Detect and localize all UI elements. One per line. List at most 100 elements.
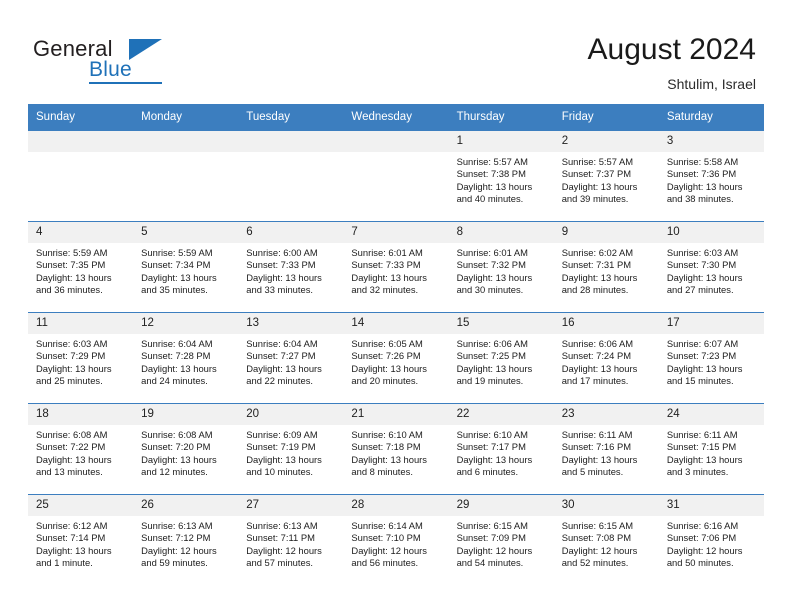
sunrise-text: Sunrise: 6:04 AM <box>246 338 318 349</box>
day-number: 26 <box>133 495 239 516</box>
calendar-day-cell[interactable]: 25 Sunrise: 6:12 AM Sunset: 7:14 PM Dayligh… <box>28 494 134 585</box>
calendar-cell-inner: 13 Sunrise: 6:04 AM Sunset: 7:27 PM Dayligh… <box>238 313 344 403</box>
day-details: Sunrise: 6:15 AM Sunset: 7:08 PM Daylight:… <box>554 516 659 570</box>
calendar-day-cell[interactable]: 2 Sunrise: 5:57 AM Sunset: 7:37 PM Daylight… <box>553 130 659 222</box>
day-number <box>343 131 449 152</box>
sunset-text: Sunset: 7:23 PM <box>666 350 737 362</box>
calendar-day-cell[interactable]: 9 Sunrise: 6:02 AM Sunset: 7:31 PM Daylight… <box>553 221 659 313</box>
daylight-text-line2: and 33 minutes. <box>246 284 313 296</box>
sunset-text: Sunset: 7:25 PM <box>456 350 526 362</box>
calendar-day-cell[interactable]: 26 Sunrise: 6:13 AM Sunset: 7:12 PM Dayligh… <box>133 494 239 585</box>
calendar-day-cell[interactable]: 28 Sunrise: 6:14 AM Sunset: 7:10 PM Dayligh… <box>343 494 449 585</box>
calendar-day-cell[interactable]: 13 Sunrise: 6:04 AM Sunset: 7:27 PM Dayligh… <box>238 312 344 404</box>
day-number: 4 <box>28 222 134 243</box>
day-details: Sunrise: 6:07 AM Sunset: 7:23 PM Daylight:… <box>659 334 764 388</box>
calendar-day-cell[interactable]: 11 Sunrise: 6:03 AM Sunset: 7:29 PM Dayligh… <box>28 312 134 404</box>
calendar-cell-inner: 21 Sunrise: 6:10 AM Sunset: 7:18 PM Dayligh… <box>343 404 449 494</box>
calendar-cell-inner: 20 Sunrise: 6:09 AM Sunset: 7:19 PM Dayligh… <box>238 404 344 494</box>
calendar-day-cell[interactable]: 18 Sunrise: 6:08 AM Sunset: 7:22 PM Dayligh… <box>28 403 134 495</box>
calendar-cell-inner: 5 Sunrise: 5:59 AM Sunset: 7:34 PM Daylight… <box>133 222 239 312</box>
daylight-text-line1: Daylight: 13 hours <box>36 362 112 374</box>
calendar-day-cell[interactable]: 7 Sunrise: 6:01 AM Sunset: 7:33 PM Daylight… <box>343 221 449 313</box>
sunset-text: Sunset: 7:35 PM <box>36 259 106 271</box>
weekday-header-sunday: Sunday <box>28 104 134 131</box>
calendar-day-cell[interactable]: 29 Sunrise: 6:15 AM Sunset: 7:09 PM Dayligh… <box>448 494 554 585</box>
sunset-text: Sunset: 7:27 PM <box>246 350 316 362</box>
sunset-text: Sunset: 7:10 PM <box>351 532 421 544</box>
calendar-day-cell[interactable]: 21 Sunrise: 6:10 AM Sunset: 7:18 PM Dayligh… <box>343 403 449 495</box>
day-details: Sunrise: 6:06 AM Sunset: 7:24 PM Daylight:… <box>554 334 659 388</box>
daylight-text-line1: Daylight: 13 hours <box>666 180 743 192</box>
calendar-day-cell[interactable]: 30 Sunrise: 6:15 AM Sunset: 7:08 PM Dayligh… <box>553 494 659 585</box>
daylight-text-line1: Daylight: 13 hours <box>456 362 533 374</box>
daylight-text-line2: and 17 minutes. <box>561 375 629 387</box>
general-blue-logo[interactable]: General Blue <box>33 36 213 88</box>
calendar-day-cell[interactable]: 12 Sunrise: 6:04 AM Sunset: 7:28 PM Dayligh… <box>133 312 239 404</box>
calendar-day-cell[interactable]: 3 Sunrise: 5:58 AM Sunset: 7:36 PM Daylight… <box>658 130 764 222</box>
calendar-cell-inner: 23 Sunrise: 6:11 AM Sunset: 7:16 PM Dayligh… <box>553 404 659 494</box>
calendar-cell-inner <box>133 131 239 221</box>
sunrise-text: Sunrise: 6:08 AM <box>141 429 213 440</box>
daylight-text-line1: Daylight: 12 hours <box>141 544 217 556</box>
day-details: Sunrise: 6:14 AM Sunset: 7:10 PM Daylight:… <box>343 516 448 570</box>
day-number: 29 <box>448 495 554 516</box>
sunrise-text: Sunrise: 6:03 AM <box>666 247 739 258</box>
calendar-day-cell[interactable]: 10 Sunrise: 6:03 AM Sunset: 7:30 PM Dayligh… <box>658 221 764 313</box>
calendar-day-cell[interactable]: 31 Sunrise: 6:16 AM Sunset: 7:06 PM Dayligh… <box>658 494 764 585</box>
calendar-cell-inner: 19 Sunrise: 6:08 AM Sunset: 7:20 PM Dayligh… <box>133 404 239 494</box>
weekday-header-wednesday: Wednesday <box>343 104 449 131</box>
calendar-day-cell[interactable]: 6 Sunrise: 6:00 AM Sunset: 7:33 PM Daylight… <box>238 221 344 313</box>
calendar-day-cell[interactable]: 8 Sunrise: 6:01 AM Sunset: 7:32 PM Daylight… <box>448 221 554 313</box>
calendar-cell-inner: 7 Sunrise: 6:01 AM Sunset: 7:33 PM Daylight… <box>343 222 449 312</box>
daylight-text-line2: and 39 minutes. <box>561 193 629 205</box>
calendar-day-cell[interactable]: 20 Sunrise: 6:09 AM Sunset: 7:19 PM Dayligh… <box>238 403 344 495</box>
calendar-day-cell[interactable]: 15 Sunrise: 6:06 AM Sunset: 7:25 PM Dayligh… <box>448 312 554 404</box>
daylight-text-line1: Daylight: 13 hours <box>141 453 217 465</box>
daylight-text-line1: Daylight: 13 hours <box>36 544 112 556</box>
sunset-text: Sunset: 7:22 PM <box>36 441 106 453</box>
calendar-week-row: 11 Sunrise: 6:03 AM Sunset: 7:29 PM Dayligh… <box>28 312 764 404</box>
calendar-cell-empty <box>238 130 344 222</box>
sunrise-text: Sunrise: 6:08 AM <box>36 429 108 440</box>
sunrise-text: Sunrise: 6:11 AM <box>666 429 738 440</box>
calendar-cell-inner: 30 Sunrise: 6:15 AM Sunset: 7:08 PM Dayligh… <box>553 495 659 585</box>
daylight-text-line1: Daylight: 12 hours <box>456 544 533 556</box>
calendar-day-cell[interactable]: 27 Sunrise: 6:13 AM Sunset: 7:11 PM Dayligh… <box>238 494 344 585</box>
daylight-text-line1: Daylight: 12 hours <box>561 544 638 556</box>
daylight-text-line2: and 28 minutes. <box>561 284 629 296</box>
calendar-day-cell[interactable]: 5 Sunrise: 5:59 AM Sunset: 7:34 PM Daylight… <box>133 221 239 313</box>
day-details: Sunrise: 5:59 AM Sunset: 7:35 PM Daylight:… <box>28 243 133 297</box>
calendar-day-cell[interactable]: 19 Sunrise: 6:08 AM Sunset: 7:20 PM Dayligh… <box>133 403 239 495</box>
day-number <box>238 131 344 152</box>
sunrise-text: Sunrise: 6:01 AM <box>456 247 528 258</box>
calendar-day-cell[interactable]: 17 Sunrise: 6:07 AM Sunset: 7:23 PM Dayligh… <box>658 312 764 404</box>
sunrise-text: Sunrise: 5:57 AM <box>561 156 634 167</box>
day-details: Sunrise: 6:15 AM Sunset: 7:09 PM Daylight:… <box>449 516 554 570</box>
day-details: Sunrise: 6:03 AM Sunset: 7:29 PM Daylight:… <box>28 334 133 388</box>
calendar-day-cell[interactable]: 23 Sunrise: 6:11 AM Sunset: 7:16 PM Dayligh… <box>553 403 659 495</box>
day-number: 8 <box>448 222 554 243</box>
day-number: 15 <box>448 313 554 334</box>
sunrise-text: Sunrise: 6:00 AM <box>246 247 318 258</box>
calendar-week-row: 25 Sunrise: 6:12 AM Sunset: 7:14 PM Dayligh… <box>28 494 764 585</box>
calendar-day-cell[interactable]: 24 Sunrise: 6:11 AM Sunset: 7:15 PM Dayligh… <box>658 403 764 495</box>
day-number: 13 <box>238 313 344 334</box>
daylight-text-line2: and 20 minutes. <box>351 375 419 387</box>
calendar-cell-empty <box>343 130 449 222</box>
day-details: Sunrise: 5:58 AM Sunset: 7:36 PM Daylight:… <box>659 152 764 206</box>
calendar-cell-inner: 25 Sunrise: 6:12 AM Sunset: 7:14 PM Dayligh… <box>28 495 134 585</box>
daylight-text-line1: Daylight: 13 hours <box>666 453 743 465</box>
calendar-day-cell[interactable]: 22 Sunrise: 6:10 AM Sunset: 7:17 PM Dayligh… <box>448 403 554 495</box>
daylight-text-line2: and 52 minutes. <box>561 557 629 569</box>
calendar-day-cell[interactable]: 1 Sunrise: 5:57 AM Sunset: 7:38 PM Daylight… <box>448 130 554 222</box>
calendar-day-cell[interactable]: 4 Sunrise: 5:59 AM Sunset: 7:35 PM Daylight… <box>28 221 134 313</box>
calendar-cell-inner <box>343 131 449 221</box>
calendar-week-row: 1 Sunrise: 5:57 AM Sunset: 7:38 PM Daylight… <box>28 130 764 222</box>
day-details: Sunrise: 6:11 AM Sunset: 7:16 PM Daylight:… <box>554 425 659 479</box>
weekday-header-row: Sunday Monday Tuesday Wednesday Thursday… <box>28 104 764 131</box>
calendar-day-cell[interactable]: 16 Sunrise: 6:06 AM Sunset: 7:24 PM Dayligh… <box>553 312 659 404</box>
calendar-day-cell[interactable]: 14 Sunrise: 6:05 AM Sunset: 7:26 PM Dayligh… <box>343 312 449 404</box>
calendar-cell-empty <box>133 130 239 222</box>
page-header: General Blue August 2024 Shtulim, Israel <box>0 0 792 100</box>
day-details: Sunrise: 6:01 AM Sunset: 7:32 PM Daylight:… <box>449 243 554 297</box>
